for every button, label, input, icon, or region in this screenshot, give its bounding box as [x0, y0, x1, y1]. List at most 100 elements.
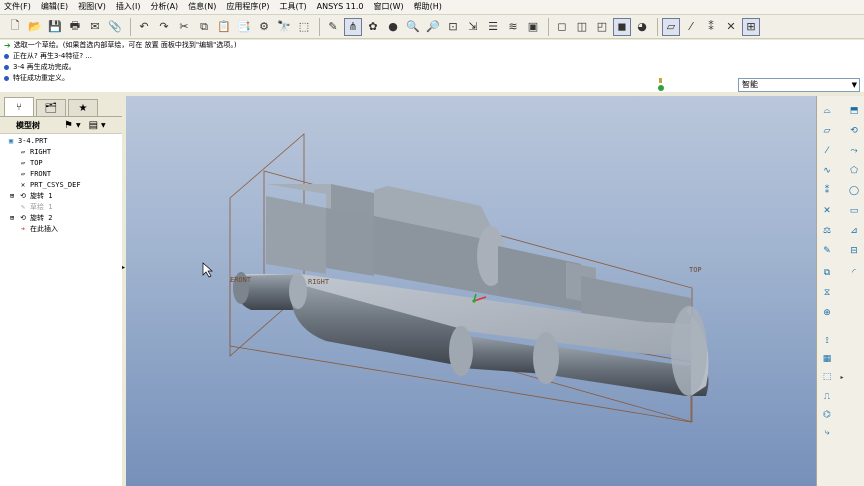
extrude-icon[interactable]: ⬒ — [847, 104, 861, 118]
tree-item-insert-here[interactable]: ➔ 在此插入 — [0, 224, 122, 235]
shell-icon[interactable]: ▭ — [847, 204, 861, 218]
curve-tool-icon[interactable]: ∿ — [820, 164, 834, 178]
settings-icon[interactable]: ▤ — [89, 120, 98, 131]
datum-plane-tool-icon[interactable]: ⌓ — [820, 104, 834, 118]
selection-filter-dropdown[interactable]: 智能 ▼ — [738, 78, 860, 92]
enhanced-realism-icon[interactable]: ◕ — [633, 18, 651, 36]
tab-favorites[interactable]: ★ — [68, 99, 98, 116]
draft-icon[interactable]: ⊟ — [847, 244, 861, 258]
sketch-icon[interactable]: ✎ — [324, 18, 342, 36]
new-file-icon[interactable]: 🗋 — [6, 18, 24, 36]
analysis-feature-icon[interactable]: ⚖ — [820, 224, 834, 238]
plane-tool-icon[interactable]: ▱ — [820, 124, 834, 138]
graphics-window[interactable]: FRONT RIGHT TOP — [126, 96, 816, 486]
menu-info[interactable]: 信息(N) — [184, 0, 222, 14]
axis-tool-icon[interactable]: ⁄ — [820, 144, 834, 158]
shading-icon[interactable]: ◼ — [613, 17, 631, 36]
plane-display-icon[interactable]: ▱ — [662, 17, 680, 36]
chevron-down-icon[interactable]: ▼ — [76, 122, 81, 129]
send-mail-icon[interactable]: ✉ — [86, 18, 104, 36]
wireframe-icon[interactable]: ◻ — [553, 18, 571, 36]
open-folder-icon[interactable]: 📂 — [26, 18, 44, 36]
rib-icon[interactable]: ⊿ — [847, 224, 861, 238]
view-manager-icon[interactable]: ▣ — [524, 18, 542, 36]
zoom-out-icon[interactable]: 🔎 — [424, 18, 442, 36]
copy-icon[interactable]: ⧉ — [195, 18, 213, 36]
merge-icon[interactable]: ⊕ — [820, 306, 834, 320]
show-icon[interactable]: ⚑ — [64, 120, 73, 131]
cut-icon[interactable]: ✂ — [175, 18, 193, 36]
tree-item-right[interactable]: ▱ RIGHT — [0, 147, 122, 158]
warp-icon[interactable]: ⤷ — [820, 426, 834, 440]
repaint-icon[interactable]: ✿ — [364, 18, 382, 36]
csys-tool-icon[interactable]: ✕ — [820, 204, 834, 218]
point-tool-icon[interactable]: ⁑ — [820, 184, 834, 198]
point-display-icon[interactable]: ⁑ — [702, 18, 720, 36]
chevron-right-icon[interactable]: ▸ — [835, 370, 849, 384]
menu-help[interactable]: 帮助(H) — [410, 0, 448, 14]
annotation-display-icon[interactable]: ⊞ — [742, 17, 760, 36]
favorites-icon: ★ — [78, 102, 88, 114]
zoom-in-icon[interactable]: 🔍 — [404, 18, 422, 36]
main-toolbar: 🗋 📂 💾 🖶 ✉ 📎 ↶ ↷ ✂ ⧉ 📋 📑 ⚙ 🔭 ⬚ ✎ ⋔ ✿ ● 🔍 … — [0, 15, 864, 39]
sweep-icon[interactable]: ⤳ — [847, 144, 861, 158]
sketch-tool-icon[interactable]: ✎ — [820, 244, 834, 258]
round-icon[interactable]: ◜ — [847, 266, 861, 280]
menu-edit[interactable]: 编辑(E) — [37, 0, 74, 14]
tree-item-label: TOP — [30, 159, 43, 167]
spin-center-icon[interactable]: ● — [384, 18, 402, 36]
layers-icon[interactable]: ≋ — [504, 18, 522, 36]
collapse-arrow-icon[interactable]: ▸ — [122, 264, 125, 271]
datum-display-icon[interactable]: ⋔ — [344, 17, 362, 36]
tree-item-sketch-1[interactable]: ✎ 草绘 1 — [0, 202, 122, 213]
tab-folder-browser[interactable]: 🗂 — [36, 99, 66, 116]
paste-special-icon[interactable]: 📑 — [235, 18, 253, 36]
expand-plus-icon[interactable]: ⊞ — [8, 213, 16, 224]
select-box-icon[interactable]: ⬚ — [295, 18, 313, 36]
menu-analysis[interactable]: 分析(A) — [146, 0, 184, 14]
trim-icon[interactable]: ⟟ — [820, 334, 834, 348]
tab-model-tree[interactable]: ⑂ — [4, 97, 34, 116]
menu-view[interactable]: 视图(V) — [74, 0, 112, 14]
mirror-icon[interactable]: ⧖ — [820, 286, 834, 300]
status-light-icon — [657, 78, 665, 92]
menu-window[interactable]: 窗口(W) — [370, 0, 410, 14]
find-icon[interactable]: 🔭 — [275, 18, 293, 36]
menu-ansys[interactable]: ANSYS 11.0 — [313, 0, 370, 14]
tree-item-part[interactable]: ▣ 3-4.PRT — [0, 136, 122, 147]
no-hidden-icon[interactable]: ◰ — [593, 18, 611, 36]
menu-applications[interactable]: 应用程序(P) — [222, 0, 275, 14]
thicken-icon[interactable]: ⎍ — [820, 390, 834, 404]
chevron-down-icon[interactable]: ▼ — [101, 122, 106, 129]
reorient-icon[interactable]: ⇲ — [464, 18, 482, 36]
tree-item-csys[interactable]: ✕ PRT_CSYS_DEF — [0, 180, 122, 191]
undo-icon[interactable]: ↶ — [135, 18, 153, 36]
tree-item-label: RIGHT — [30, 148, 52, 156]
copy-feature-icon[interactable]: ⧉ — [820, 266, 834, 280]
offset-icon[interactable]: ⬚ — [820, 370, 834, 384]
axis-display-icon[interactable]: ⁄ — [682, 18, 700, 36]
pattern-icon[interactable]: ▦ — [820, 352, 834, 366]
expand-plus-icon[interactable]: ⊞ — [8, 191, 16, 202]
solidify-icon[interactable]: ⌬ — [820, 408, 834, 422]
regenerate-icon[interactable]: ⚙ — [255, 18, 273, 36]
tree-item-revolve-2[interactable]: ⊞ ⟲ 旋转 2 — [0, 213, 122, 224]
hidden-line-icon[interactable]: ◫ — [573, 18, 591, 36]
saved-views-icon[interactable]: ☰ — [484, 18, 502, 36]
menu-tools[interactable]: 工具(T) — [276, 0, 313, 14]
mail-attachment-icon[interactable]: 📎 — [106, 18, 124, 36]
paste-icon[interactable]: 📋 — [215, 18, 233, 36]
refit-icon[interactable]: ⊡ — [444, 18, 462, 36]
csys-display-icon[interactable]: ✕ — [722, 18, 740, 36]
tree-item-revolve-1[interactable]: ⊞ ⟲ 旋转 1 — [0, 191, 122, 202]
menu-file[interactable]: 文件(F) — [0, 0, 37, 14]
blend-icon[interactable]: ⬠ — [847, 164, 861, 178]
revolve-tool-icon[interactable]: ⟲ — [847, 124, 861, 138]
tree-item-front[interactable]: ▱ FRONT — [0, 169, 122, 180]
hole-icon[interactable]: ◯ — [847, 184, 861, 198]
tree-item-top[interactable]: ▱ TOP — [0, 158, 122, 169]
menu-insert[interactable]: 插入(I) — [112, 0, 147, 14]
save-icon[interactable]: 💾 — [46, 18, 64, 36]
print-icon[interactable]: 🖶 — [66, 18, 84, 36]
redo-icon[interactable]: ↷ — [155, 18, 173, 36]
